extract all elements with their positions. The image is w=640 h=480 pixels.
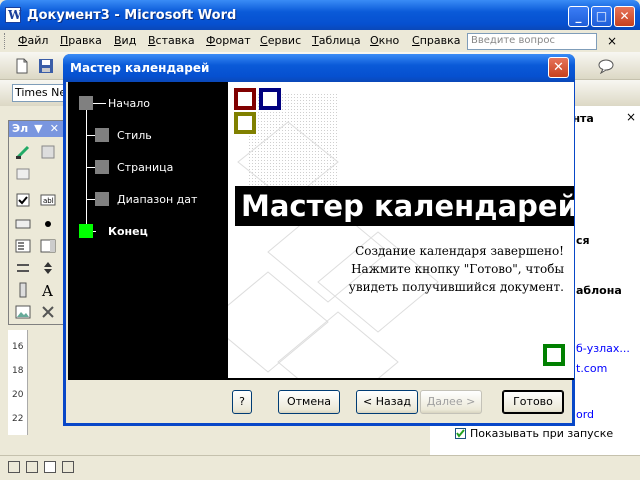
normal-view-icon[interactable] <box>8 461 20 473</box>
option-button-icon[interactable] <box>39 215 57 233</box>
step-marker <box>79 96 93 110</box>
taskpane-section-2: аблона <box>576 284 622 297</box>
save-icon[interactable] <box>38 58 54 74</box>
image-tool-icon[interactable] <box>14 303 32 321</box>
comment-icon[interactable] <box>598 58 614 74</box>
svg-text:A: A <box>41 282 53 299</box>
menu-edit[interactable]: Правка <box>60 34 102 47</box>
step-marker <box>95 128 109 142</box>
decor-square-olive <box>234 112 256 134</box>
finish-button[interactable]: Готово <box>502 390 564 414</box>
ruler-mark: 16 <box>12 342 24 352</box>
view-code-icon[interactable] <box>14 165 32 183</box>
show-on-startup-checkbox[interactable] <box>455 428 466 439</box>
word-titlebar[interactable]: Документ3 - Microsoft Word _ □ ✕ <box>0 0 640 30</box>
horizontal-scrollbar[interactable] <box>0 436 430 454</box>
cancel-button[interactable]: Отмена <box>278 390 340 414</box>
taskpane-link-web[interactable]: б-узлах... <box>576 342 630 355</box>
font-name-select[interactable]: Times New Roman <box>12 84 68 102</box>
document-close-icon[interactable]: × <box>607 34 617 48</box>
calendar-wizard-dialog: Мастер календарей ✕ Начало Стиль Страниц… <box>63 54 575 426</box>
spin-button-icon[interactable] <box>39 259 57 277</box>
checkbox-tool-icon[interactable] <box>14 191 32 209</box>
step-marker <box>95 192 109 206</box>
label-tool-icon[interactable]: A <box>39 281 57 299</box>
ruler-mark: 22 <box>12 414 24 424</box>
help-button[interactable]: ? <box>232 390 252 414</box>
menu-help[interactable]: Справка <box>412 34 460 47</box>
wizard-banner: Мастер календарей <box>235 186 574 226</box>
wizard-steps-panel: Начало Стиль Страница Диапазон дат Конец <box>68 82 228 378</box>
dialog-titlebar[interactable]: Мастер календарей ✕ <box>63 54 575 82</box>
print-view-icon[interactable] <box>44 461 56 473</box>
toolbox-header[interactable]: Эл ▼ ✕ <box>9 121 63 137</box>
toolbox-title: Эл <box>12 122 29 135</box>
decor-square-blue <box>259 88 281 110</box>
ruler-mark: 18 <box>12 366 24 376</box>
dialog-title: Мастер календарей <box>70 61 210 75</box>
wizard-content-panel: Мастер календарей Создание календаря зав… <box>228 82 574 378</box>
controls-toolbox: Эл ▼ ✕ abl A <box>8 120 64 325</box>
next-button[interactable]: Далее > <box>420 390 482 414</box>
help-icon: ? <box>239 395 245 408</box>
ruler-mark: 20 <box>12 390 24 400</box>
step-style[interactable]: Стиль <box>117 129 152 142</box>
toggle-button-icon[interactable] <box>14 259 32 277</box>
menu-grip[interactable] <box>4 33 7 49</box>
decorative-background <box>228 92 439 378</box>
ask-question-input[interactable]: Введите вопрос <box>467 33 597 50</box>
new-document-icon[interactable] <box>14 58 30 74</box>
textbox-tool-icon[interactable]: abl <box>39 191 57 209</box>
status-bar <box>0 455 640 480</box>
word-app-icon[interactable] <box>5 7 21 23</box>
step-finish[interactable]: Конец <box>108 225 148 238</box>
button-tool-icon[interactable] <box>14 215 32 233</box>
window-title: Документ3 - Microsoft Word <box>27 8 237 23</box>
step-marker-active <box>79 224 93 238</box>
properties-icon[interactable] <box>39 143 57 161</box>
menu-insert[interactable]: Вставка <box>148 34 195 47</box>
design-mode-icon[interactable] <box>14 143 32 161</box>
maximize-button[interactable]: □ <box>591 6 612 27</box>
more-controls-icon[interactable] <box>39 303 57 321</box>
svg-text:abl: abl <box>43 197 54 205</box>
decor-square-green <box>543 344 565 366</box>
scrollbar-tool-icon[interactable] <box>14 281 32 299</box>
step-marker <box>95 160 109 174</box>
combobox-tool-icon[interactable] <box>39 237 57 255</box>
menu-window[interactable]: Окно <box>370 34 399 47</box>
dialog-close-button[interactable]: ✕ <box>548 57 569 78</box>
dialog-separator <box>68 378 574 380</box>
decor-square-red <box>234 88 256 110</box>
menu-format[interactable]: Формат <box>206 34 251 47</box>
menu-view[interactable]: Вид <box>114 34 136 47</box>
web-view-icon[interactable] <box>26 461 38 473</box>
menu-file[interactable]: Файл <box>18 34 48 47</box>
completion-message: Создание календаря завершено! Нажмите кн… <box>348 244 564 294</box>
step-start[interactable]: Начало <box>108 97 150 110</box>
listbox-tool-icon[interactable] <box>14 237 32 255</box>
menu-table[interactable]: Таблица <box>312 34 361 47</box>
taskpane-link-word[interactable]: ord <box>576 408 594 421</box>
step-page[interactable]: Страница <box>117 161 173 174</box>
taskpane-close-icon[interactable]: × <box>626 110 636 124</box>
steps-connector <box>86 104 87 232</box>
toolbox-close-icon[interactable]: ✕ <box>50 121 59 137</box>
taskpane-section-1: ся <box>576 234 590 247</box>
outline-view-icon[interactable] <box>62 461 74 473</box>
close-button[interactable]: ✕ <box>614 6 635 27</box>
taskpane-link-office[interactable]: t.com <box>576 362 607 375</box>
back-button[interactable]: < Назад <box>356 390 418 414</box>
show-on-startup-label: Показывать при запуске <box>470 427 614 440</box>
menu-tools[interactable]: Сервис <box>260 34 301 47</box>
minimize-button[interactable]: _ <box>568 6 589 27</box>
step-date-range[interactable]: Диапазон дат <box>117 193 197 206</box>
vertical-ruler: 16 18 20 22 <box>8 330 28 435</box>
